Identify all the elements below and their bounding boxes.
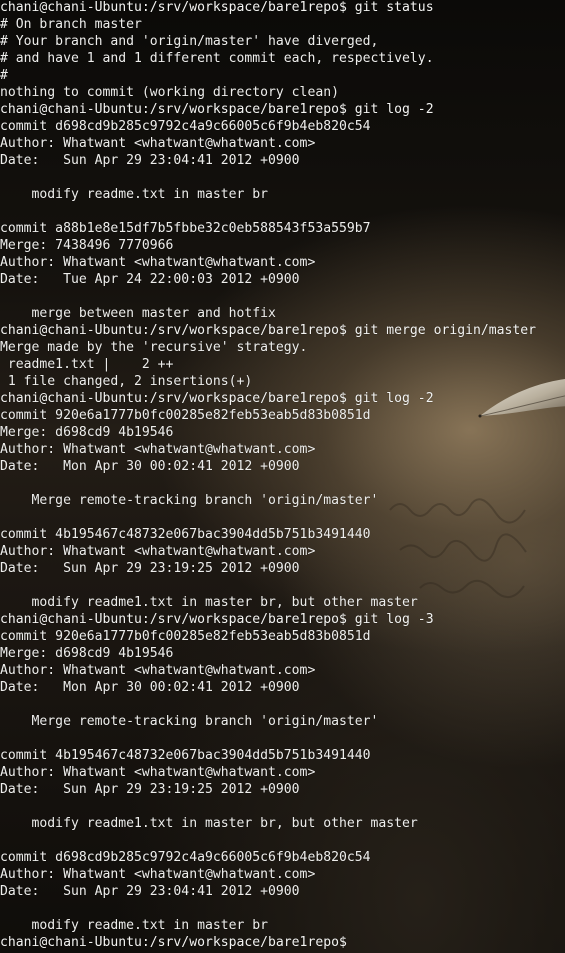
terminal-window[interactable]: chani@chani-Ubuntu:/srv/workspace/bare1r… [0,0,565,953]
terminal-output-line: modify readme.txt in master br [0,918,269,933]
terminal-output-line: commit 920e6a1777b0fc00285e82feb53eab5d8… [0,629,371,644]
terminal-output-line: commit 4b195467c48732e067bac3904dd5b751b… [0,527,371,542]
terminal-output-line: # and have 1 and 1 different commit each… [0,51,434,66]
terminal-output-line: Author: Whatwant <whatwant@whatwant.com> [0,544,316,559]
terminal-prompt-line: chani@chani-Ubuntu:/srv/workspace/bare1r… [0,391,434,406]
terminal-output-line: Date: Sun Apr 29 23:19:25 2012 +0900 [0,782,300,797]
terminal-output-line: modify readme1.txt in master br, but oth… [0,816,418,831]
terminal-prompt-line: chani@chani-Ubuntu:/srv/workspace/bare1r… [0,935,347,950]
terminal-output-line: Author: Whatwant <whatwant@whatwant.com> [0,867,316,882]
terminal-output-line: modify readme1.txt in master br, but oth… [0,595,418,610]
terminal-output-line: Author: Whatwant <whatwant@whatwant.com> [0,765,316,780]
terminal-output-line: readme1.txt | 2 ++ [0,357,174,372]
terminal-output-line: Date: Sun Apr 29 23:04:41 2012 +0900 [0,884,300,899]
terminal-output-line: Author: Whatwant <whatwant@whatwant.com> [0,255,316,270]
terminal-output-line: Merge made by the 'recursive' strategy. [0,340,308,355]
terminal-output-line: Author: Whatwant <whatwant@whatwant.com> [0,442,316,457]
terminal-prompt-line: chani@chani-Ubuntu:/srv/workspace/bare1r… [0,102,434,117]
terminal-prompt-line: chani@chani-Ubuntu:/srv/workspace/bare1r… [0,0,434,15]
terminal-prompt-line: chani@chani-Ubuntu:/srv/workspace/bare1r… [0,612,434,627]
terminal-output-line: # On branch master [0,17,142,32]
terminal-output-line: modify readme.txt in master br [0,187,269,202]
terminal-output-line: merge between master and hotfix [0,306,276,321]
terminal-output-line: commit 920e6a1777b0fc00285e82feb53eab5d8… [0,408,371,423]
terminal-output-line: commit d698cd9b285c9792c4a9c66005c6f9b4e… [0,119,371,134]
terminal-prompt-line: chani@chani-Ubuntu:/srv/workspace/bare1r… [0,323,537,338]
terminal-output-line: 1 file changed, 2 insertions(+) [0,374,253,389]
terminal-output-line: commit a88b1e8e15df7b5fbbe32c0eb588543f5… [0,221,371,236]
terminal-output-line: Merge remote-tracking branch 'origin/mas… [0,714,379,729]
terminal-output-line: Date: Tue Apr 24 22:00:03 2012 +0900 [0,272,300,287]
terminal-output-line: Author: Whatwant <whatwant@whatwant.com> [0,136,316,151]
terminal-output-line: nothing to commit (working directory cle… [0,85,339,100]
terminal-output-line: # Your branch and 'origin/master' have d… [0,34,379,49]
terminal-output-line: Date: Sun Apr 29 23:19:25 2012 +0900 [0,561,300,576]
terminal-output-line: Date: Mon Apr 30 00:02:41 2012 +0900 [0,459,300,474]
terminal-output-line: commit d698cd9b285c9792c4a9c66005c6f9b4e… [0,850,371,865]
terminal-output-line: Merge: d698cd9 4b19546 [0,646,174,661]
terminal-output-line: # [0,68,8,83]
terminal-output-line: Date: Mon Apr 30 00:02:41 2012 +0900 [0,680,300,695]
terminal-output[interactable]: chani@chani-Ubuntu:/srv/workspace/bare1r… [0,0,536,951]
terminal-output-line: Date: Sun Apr 29 23:04:41 2012 +0900 [0,153,300,168]
terminal-output-line: Author: Whatwant <whatwant@whatwant.com> [0,663,316,678]
terminal-output-line: Merge: d698cd9 4b19546 [0,425,174,440]
terminal-output-line: Merge remote-tracking branch 'origin/mas… [0,493,379,508]
terminal-output-line: commit 4b195467c48732e067bac3904dd5b751b… [0,748,371,763]
terminal-output-line: Merge: 7438496 7770966 [0,238,174,253]
